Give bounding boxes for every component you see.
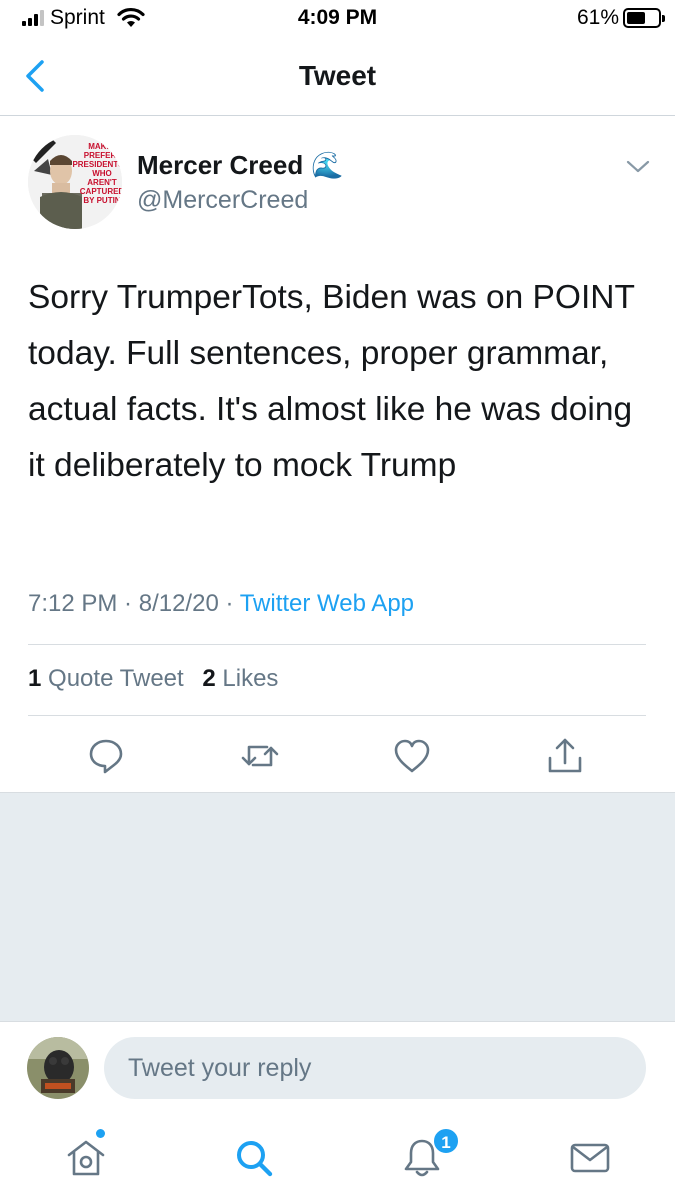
- divider: [28, 644, 646, 645]
- avatar-text: PRESIDENTS: [72, 160, 122, 169]
- reply-icon[interactable]: [86, 736, 126, 776]
- water-wave-emoji: 🌊: [311, 150, 344, 180]
- like-icon[interactable]: [392, 736, 432, 776]
- divider: [28, 715, 646, 716]
- messages-icon[interactable]: [568, 1136, 612, 1180]
- quote-count: 1: [28, 665, 42, 692]
- status-bar: Sprint 4:09 PM 61%: [0, 0, 675, 38]
- meta-separator: ·: [117, 590, 139, 617]
- likes-stat[interactable]: 2 Likes: [202, 665, 278, 692]
- chevron-down-icon[interactable]: [624, 156, 652, 178]
- avatar-text: MAKE: [88, 142, 112, 151]
- battery-fill: [627, 12, 646, 24]
- tweet-meta: 7:12 PM · 8/12/20 · Twitter Web App: [28, 590, 414, 618]
- status-time: 4:09 PM: [297, 6, 378, 29]
- author-display-name[interactable]: Mercer Creed 🌊: [137, 150, 344, 181]
- home-new-dot: [96, 1129, 105, 1138]
- notification-badge: 1: [432, 1127, 460, 1155]
- author-avatar[interactable]: MAKE PREFER PRESIDENTS WHO AREN'T CAPTUR…: [28, 135, 122, 229]
- like-label: Likes: [222, 665, 279, 692]
- tweet-source-link[interactable]: Twitter Web App: [240, 590, 414, 617]
- tweet-text: Sorry TrumperTots, Biden was on POINT to…: [28, 279, 635, 484]
- battery-percent: 61%: [576, 6, 619, 29]
- avatar-text: AREN'T: [87, 178, 117, 187]
- avatar-text: WHO: [92, 169, 112, 178]
- avatar-text: BY PUTIN: [83, 196, 120, 205]
- battery-icon: [623, 8, 665, 28]
- search-icon[interactable]: [232, 1136, 276, 1180]
- replies-empty-area: [0, 792, 675, 1022]
- like-count: 2: [202, 665, 216, 692]
- author-handle[interactable]: @MercerCreed: [137, 186, 308, 215]
- home-icon[interactable]: [64, 1136, 108, 1180]
- share-icon[interactable]: [545, 736, 585, 776]
- tweet-date: 8/12/20: [138, 590, 219, 617]
- nav-bar: Tweet: [0, 38, 675, 116]
- tweet-stats: 1 Quote Tweet 2 Likes: [28, 665, 290, 693]
- quote-tweets-stat[interactable]: 1 Quote Tweet: [28, 665, 184, 692]
- avatar-text: CAPTURED: [80, 187, 122, 196]
- tweet-time: 7:12 PM: [28, 590, 118, 617]
- user-avatar[interactable]: [27, 1037, 89, 1099]
- retweet-icon[interactable]: [240, 736, 280, 776]
- avatar-text: PREFER: [84, 151, 117, 160]
- page-title: Tweet: [298, 60, 377, 91]
- reply-input[interactable]: [104, 1037, 646, 1099]
- tweet-actions: [0, 736, 675, 776]
- quote-label: Quote Tweet: [48, 665, 184, 692]
- meta-separator: ·: [218, 590, 240, 617]
- display-name-text: Mercer Creed: [137, 150, 304, 180]
